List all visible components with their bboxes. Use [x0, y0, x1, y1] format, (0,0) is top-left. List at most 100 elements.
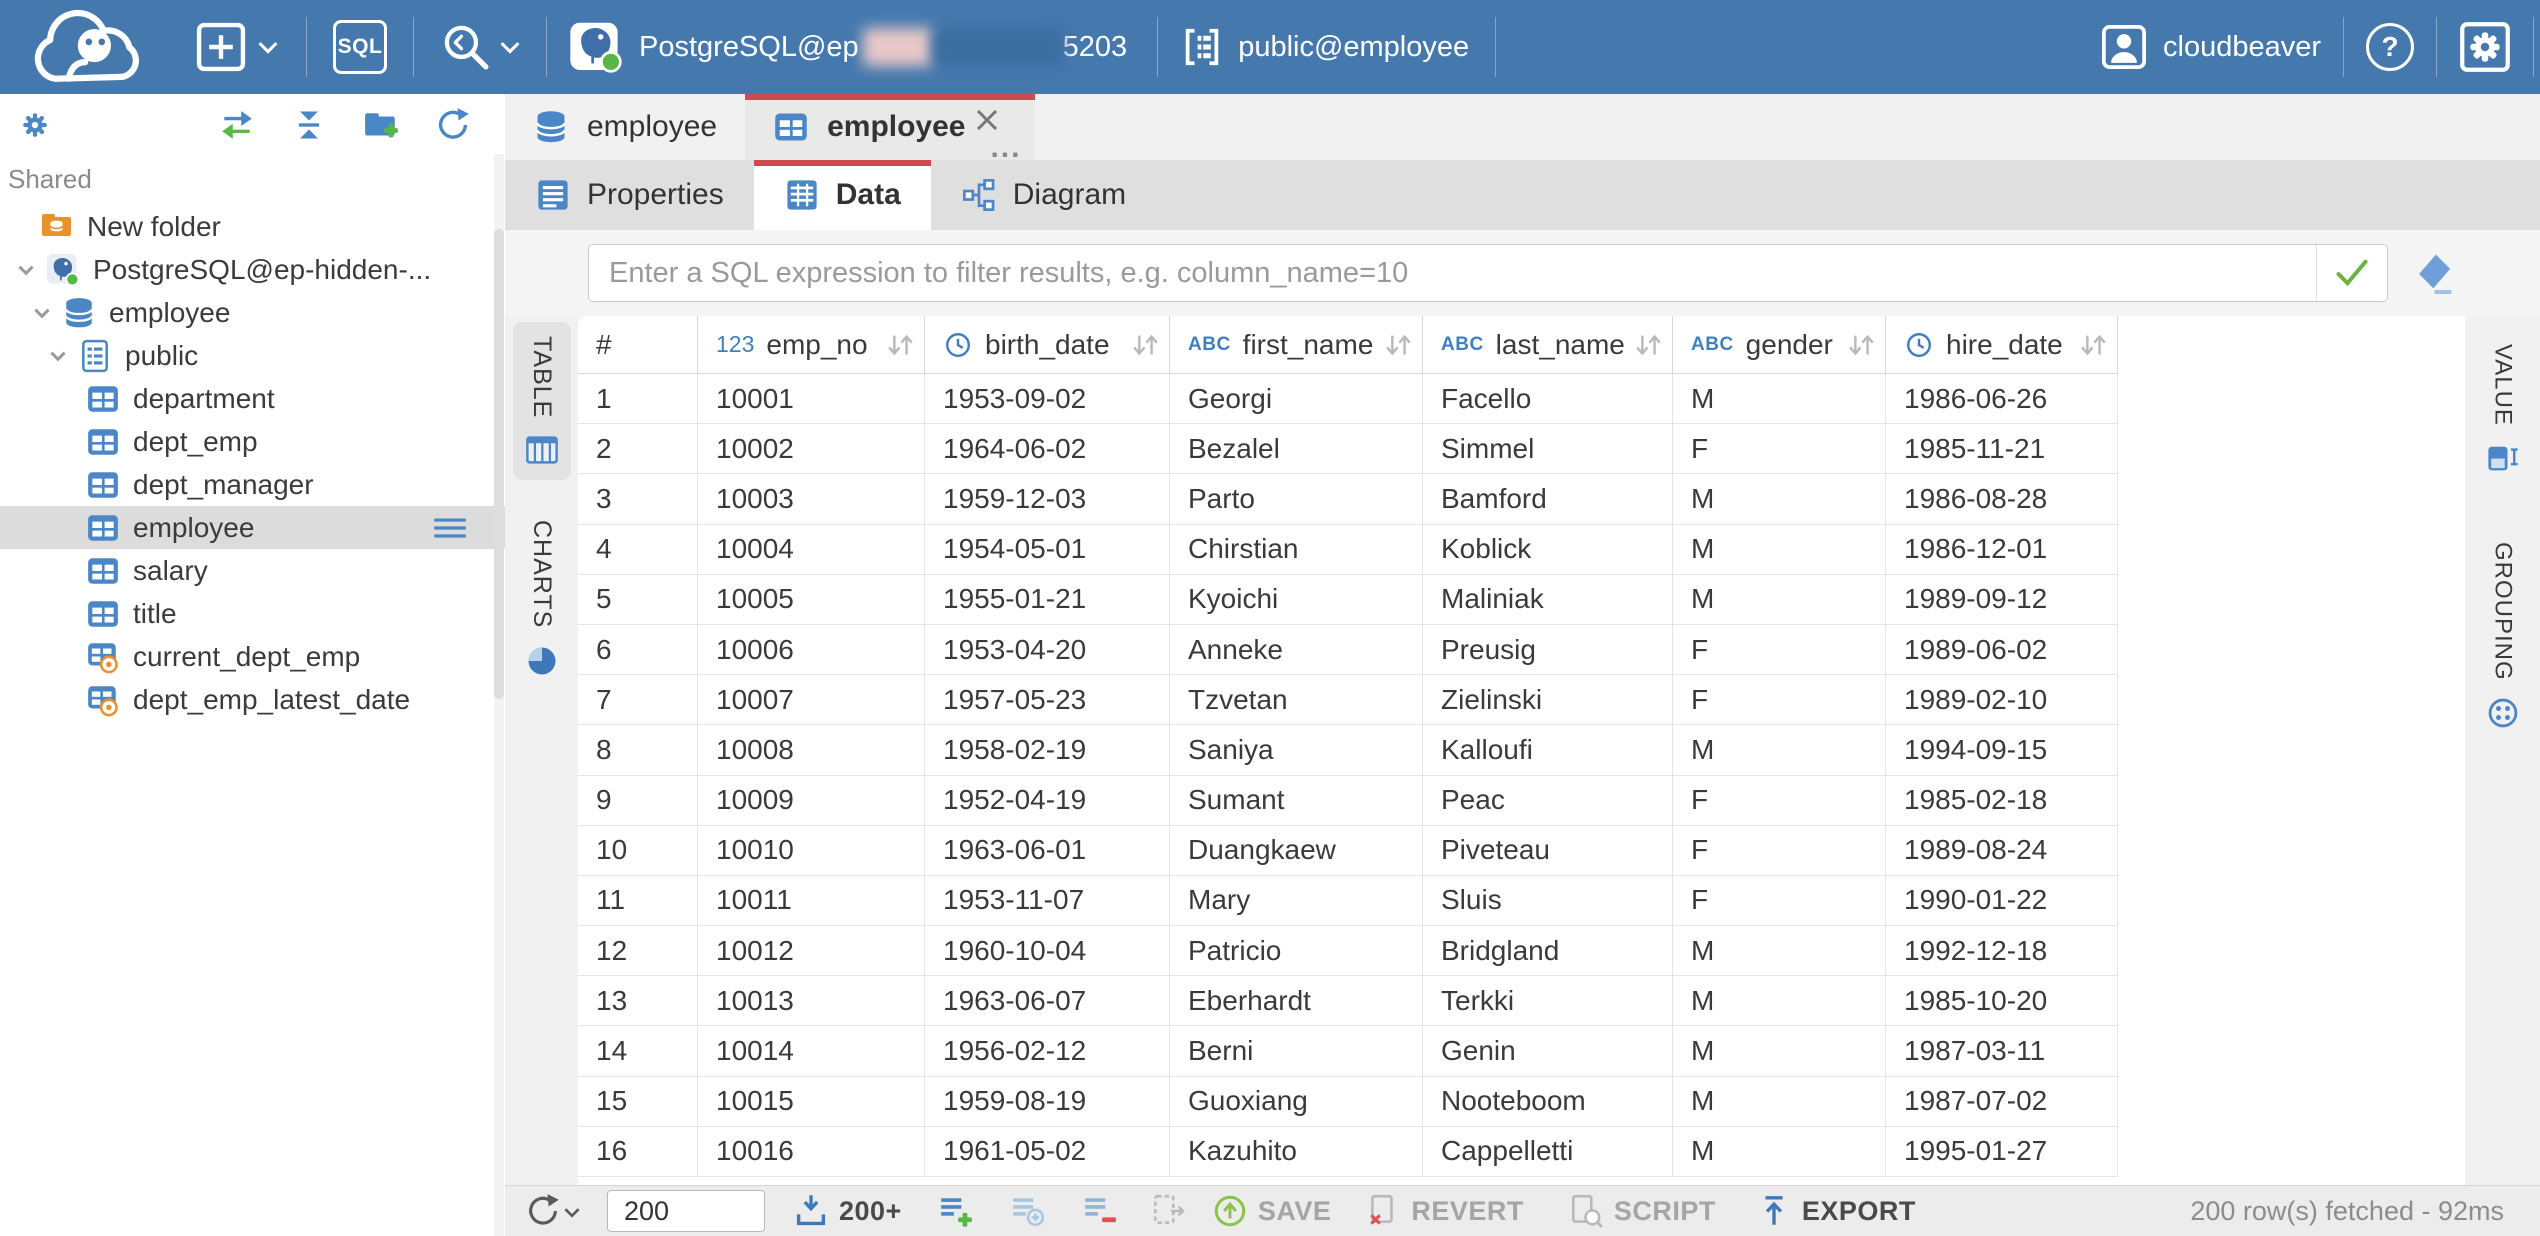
tree-item-postgresql-ep-hidden[interactable]: PostgreSQL@ep-hidden-... [0, 248, 505, 291]
grid-cell[interactable]: Parto [1170, 474, 1423, 524]
grid-cell[interactable]: 1961-05-02 [925, 1127, 1170, 1177]
sql-editor-button[interactable]: SQL [333, 20, 387, 74]
row-number-cell[interactable]: 10 [578, 826, 698, 876]
grid-cell[interactable]: F [1673, 675, 1886, 725]
clear-filter-eraser-icon[interactable] [2410, 252, 2454, 296]
driver-manager-icon[interactable] [440, 21, 492, 73]
grid-cell[interactable]: 10011 [698, 876, 925, 926]
grid-cell[interactable]: Nooteboom [1423, 1077, 1673, 1127]
tab-properties[interactable]: Properties [505, 160, 754, 230]
grid-cell[interactable]: Georgi [1170, 374, 1423, 424]
fetch-next-page-button[interactable]: 200+ [793, 1193, 902, 1229]
connection-selector[interactable]: PostgreSQL@ep 5203 [569, 20, 1127, 74]
grid-cell[interactable]: Mary [1170, 876, 1423, 926]
tree-item-salary[interactable]: salary [0, 549, 505, 592]
column-header-emp_no[interactable]: 123emp_no [698, 316, 925, 374]
grid-cell[interactable]: M [1673, 374, 1886, 424]
grid-cell[interactable]: 1987-03-11 [1886, 1026, 2118, 1076]
grid-cell[interactable]: Guoxiang [1170, 1077, 1423, 1127]
row-number-cell[interactable]: 14 [578, 1026, 698, 1076]
grid-cell[interactable]: Peac [1423, 776, 1673, 826]
grid-cell[interactable]: 1985-10-20 [1886, 976, 2118, 1026]
grid-cell[interactable]: 1959-08-19 [925, 1077, 1170, 1127]
grid-cell[interactable]: 1960-10-04 [925, 926, 1170, 976]
tree-item-dept-manager[interactable]: dept_manager [0, 463, 505, 506]
row-number-cell[interactable]: 4 [578, 525, 698, 575]
grid-cell[interactable]: 10012 [698, 926, 925, 976]
tab-data[interactable]: Data [754, 160, 931, 230]
grid-cell[interactable]: Patricio [1170, 926, 1423, 976]
grid-cell[interactable]: 1958-02-19 [925, 725, 1170, 775]
grid-cell[interactable]: Terkki [1423, 976, 1673, 1026]
grid-cell[interactable]: F [1673, 424, 1886, 474]
tree-item-department[interactable]: department [0, 377, 505, 420]
grid-cell[interactable]: 10006 [698, 625, 925, 675]
tree-item-public[interactable]: public [0, 334, 505, 377]
tree-item-title[interactable]: title [0, 592, 505, 635]
chevron-down-icon[interactable] [46, 344, 70, 368]
row-number-cell[interactable]: 1 [578, 374, 698, 424]
tree-item-dept-emp[interactable]: dept_emp [0, 420, 505, 463]
grid-cell[interactable]: 1963-06-01 [925, 826, 1170, 876]
grid-cell[interactable]: Duangkaew [1170, 826, 1423, 876]
column-header-gender[interactable]: ABCgender [1673, 316, 1886, 374]
grid-cell[interactable]: 1952-04-19 [925, 776, 1170, 826]
grid-cell[interactable]: M [1673, 474, 1886, 524]
grid-cell[interactable]: M [1673, 926, 1886, 976]
grid-cell[interactable]: F [1673, 876, 1886, 926]
grid-cell[interactable]: 1989-09-12 [1886, 575, 2118, 625]
grid-cell[interactable]: 1955-01-21 [925, 575, 1170, 625]
grid-cell[interactable]: 10015 [698, 1077, 925, 1127]
apply-changes-script-icon[interactable] [1150, 1193, 1186, 1229]
script-button[interactable]: SCRIPT [1568, 1193, 1716, 1229]
grid-cell[interactable]: Simmel [1423, 424, 1673, 474]
grid-cell[interactable]: Kazuhito [1170, 1127, 1423, 1177]
tab-table-presentation[interactable]: TABLE [513, 322, 571, 480]
refresh-results-button[interactable] [525, 1193, 583, 1229]
tab-value-panel[interactable]: VALUE [2473, 330, 2533, 488]
tab-employee-database[interactable]: employee [505, 94, 745, 160]
fetch-size-input[interactable] [607, 1190, 765, 1232]
grid-cell[interactable]: Zielinski [1423, 675, 1673, 725]
sort-arrows-icon[interactable] [884, 330, 916, 360]
grid-cell[interactable]: M [1673, 976, 1886, 1026]
grid-cell[interactable]: 1956-02-12 [925, 1026, 1170, 1076]
tab-diagram[interactable]: Diagram [931, 160, 1156, 230]
export-button[interactable]: EXPORT [1756, 1193, 1916, 1229]
grid-cell[interactable]: Cappelletti [1423, 1127, 1673, 1177]
grid-cell[interactable]: 1986-08-28 [1886, 474, 2118, 524]
grid-cell[interactable]: F [1673, 826, 1886, 876]
grid-cell[interactable]: 1985-11-21 [1886, 424, 2118, 474]
grid-cell[interactable]: F [1673, 776, 1886, 826]
grid-cell[interactable]: 1957-05-23 [925, 675, 1170, 725]
grid-cell[interactable]: 1953-04-20 [925, 625, 1170, 675]
grid-cell[interactable]: 10009 [698, 776, 925, 826]
row-number-cell[interactable]: 3 [578, 474, 698, 524]
grid-cell[interactable]: Tzvetan [1170, 675, 1423, 725]
grid-cell[interactable]: Piveteau [1423, 826, 1673, 876]
grid-cell[interactable]: 1995-01-27 [1886, 1127, 2118, 1177]
grid-cell[interactable]: Chirstian [1170, 525, 1423, 575]
grid-cell[interactable]: 10005 [698, 575, 925, 625]
row-number-cell[interactable]: 11 [578, 876, 698, 926]
grid-cell[interactable]: Eberhardt [1170, 976, 1423, 1026]
grid-cell[interactable]: M [1673, 725, 1886, 775]
grid-cell[interactable]: Genin [1423, 1026, 1673, 1076]
grid-cell[interactable]: Kyoichi [1170, 575, 1423, 625]
tree-item-new-folder[interactable]: New folder [0, 205, 505, 248]
row-number-cell[interactable]: 13 [578, 976, 698, 1026]
duplicate-row-icon[interactable] [1010, 1193, 1046, 1229]
row-number-cell[interactable]: 16 [578, 1127, 698, 1177]
settings-gear-icon[interactable] [2459, 21, 2511, 73]
grid-cell[interactable]: M [1673, 575, 1886, 625]
sort-arrows-icon[interactable] [2077, 330, 2109, 360]
grid-cell[interactable]: 1986-12-01 [1886, 525, 2118, 575]
tree-item-employee[interactable]: employee [0, 291, 505, 334]
column-header-birth_date[interactable]: birth_date [925, 316, 1170, 374]
grid-cell[interactable]: 10014 [698, 1026, 925, 1076]
grid-cell[interactable]: M [1673, 1026, 1886, 1076]
sidebar-settings-gear-icon[interactable] [18, 108, 52, 142]
chevron-down-icon[interactable] [498, 30, 522, 64]
grid-cell[interactable]: Maliniak [1423, 575, 1673, 625]
context-menu-icon[interactable] [433, 511, 467, 545]
